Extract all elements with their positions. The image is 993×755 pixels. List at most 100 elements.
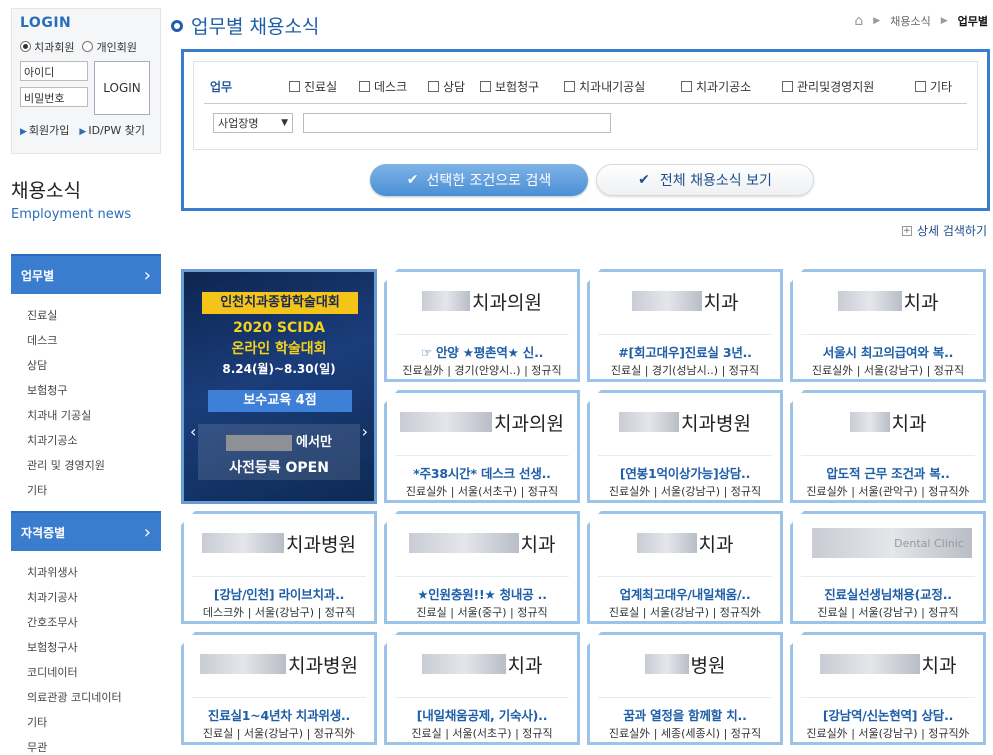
checkbox-icon[interactable] xyxy=(289,80,300,92)
view-all-button[interactable]: ✔ 전체 채용소식 보기 xyxy=(596,164,814,196)
job-card[interactable]: 치과의원 ☞ 안양 ★평촌역★ 신.. 진료실外 | 경기(안양시..) | 정규직 xyxy=(384,269,580,382)
blurred-logo xyxy=(619,412,680,432)
search-filters: 업무 진료실 데스크 상담 보험청구 치과내기공실 치과기공소 관리및경영지원 기타 사업장명… xyxy=(193,61,978,150)
checkbox-icon[interactable] xyxy=(359,80,370,92)
radio-dental-member[interactable]: 치과회원 xyxy=(20,39,74,55)
cat-license-item[interactable]: 코디네이터 xyxy=(27,660,161,685)
job-card[interactable]: 병원 꿈과 열정을 함께할 치.. 진료실外 | 세종(세종시) | 정규직 xyxy=(587,632,783,745)
job-card-title[interactable]: [내일채움공제, 기숙사).. xyxy=(393,705,571,724)
clinic-logo-text: 치과병원 xyxy=(681,412,751,435)
cat-license-item[interactable]: 치과기공사 xyxy=(27,585,161,610)
home-icon[interactable]: ⌂ xyxy=(854,13,863,29)
job-filter-checkbox[interactable]: 기타 xyxy=(915,78,955,95)
page-title-text: 업무별 채용소식 xyxy=(191,16,320,38)
job-card-title[interactable]: 꿈과 열정을 함께할 치.. xyxy=(596,705,774,724)
job-card-title[interactable]: 서울시 최고의급여와 복.. xyxy=(799,342,977,361)
cat-license-item[interactable]: 의료관광 코디네이터 xyxy=(27,685,161,710)
banner-reg-line2: 사전등록 OPEN xyxy=(229,459,329,476)
checkbox-label: 치과내기공실 xyxy=(579,79,646,94)
job-card-title[interactable]: 업계최고대우/내일채움/.. xyxy=(596,584,774,603)
job-filter-checkbox[interactable]: 치과기공소 xyxy=(681,78,782,95)
job-card-title[interactable]: 압도적 근무 조건과 복.. xyxy=(799,463,977,482)
radio-icon[interactable] xyxy=(20,41,31,52)
clinic-logo: 병원 xyxy=(590,635,780,693)
cat-license-item[interactable]: 보험청구사 xyxy=(27,635,161,660)
job-filter-checkbox[interactable]: 데스크 xyxy=(359,78,428,95)
category-license: 자격증별 › 치과위생사 치과기공사 간호조무사 보험청구사 코디네이터 의료관광 코디네이… xyxy=(11,511,161,755)
job-card[interactable]: 치과 압도적 근무 조건과 복.. 진료실外 | 서울(관악구) | 정규직外 xyxy=(790,390,986,503)
arrow-right-icon: ▶ xyxy=(79,127,87,137)
radio-personal-member[interactable]: 개인회원 xyxy=(82,39,137,55)
job-card-title[interactable]: [강남/인천] 라이브치과.. xyxy=(190,584,368,603)
cat-license-head[interactable]: 자격증별 › xyxy=(11,511,161,551)
blurred-logo xyxy=(408,533,519,553)
signup-link[interactable]: ▶ 회원가입 xyxy=(20,122,69,138)
cat-job-head[interactable]: 업무별 › xyxy=(11,254,161,294)
checkbox-icon[interactable] xyxy=(782,80,793,92)
detail-search-link[interactable]: + 상세 검색하기 xyxy=(901,222,987,239)
job-filter-checkbox[interactable]: 상담 xyxy=(428,78,480,95)
job-card[interactable]: 치과 #[회고대우]진료실 3년.. 진료실 | 경기(성남시..) | 정규직 xyxy=(587,269,783,382)
job-card[interactable]: 치과의원 *주38시간* 데스크 선생.. 진료실外 | 서울(서초구) | 정규직 xyxy=(384,390,580,503)
cat-job-item[interactable]: 치과기공소 xyxy=(27,428,161,453)
job-card-title[interactable]: #[회고대우]진료실 3년.. xyxy=(596,342,774,361)
checkbox-icon[interactable] xyxy=(428,80,439,92)
job-card-title[interactable]: *주38시간* 데스크 선생.. xyxy=(393,463,571,482)
job-card-title[interactable]: 진료실1~4년차 치과위생.. xyxy=(190,705,368,724)
cat-license-item[interactable]: 무관 xyxy=(27,735,161,755)
clinic-logo: 치과 xyxy=(590,272,780,330)
chevron-right-icon[interactable]: › xyxy=(362,422,368,441)
checkbox-icon[interactable] xyxy=(480,80,491,92)
job-card[interactable]: 치과병원 진료실1~4년차 치과위생.. 진료실 | 서울(강남구) | 정규직外 xyxy=(181,632,377,745)
job-card[interactable]: Dental Clinic 진료실선생님채용(교정.. 진료실 | 서울(강남구) … xyxy=(790,511,986,624)
job-card[interactable]: 치과병원 [연봉1억이상가능]상담.. 진료실外 | 서울(강남구) | 정규직 xyxy=(587,390,783,503)
checkbox-icon[interactable] xyxy=(564,80,575,92)
cat-license-item[interactable]: 기타 xyxy=(27,710,161,735)
chevron-left-icon[interactable]: ‹ xyxy=(190,422,196,441)
login-button[interactable]: LOGIN xyxy=(94,61,150,115)
job-card[interactable]: 치과 업계최고대우/내일채움/.. 진료실 | 서울(강남구) | 정규직外 xyxy=(587,511,783,624)
cat-job-item[interactable]: 보험청구 xyxy=(27,378,161,403)
divider xyxy=(395,334,569,335)
cat-job-item[interactable]: 데스크 xyxy=(27,328,161,353)
search-button[interactable]: ✔ 선택한 조건으로 검색 xyxy=(370,164,588,196)
field-select[interactable]: 사업장명 ▼ xyxy=(213,113,293,133)
clinic-logo-text: 치과 xyxy=(891,412,927,435)
chevron-right-icon: ▶ xyxy=(873,16,881,26)
job-card[interactable]: 치과 [강남역/신논현역] 상담.. 진료실外 | 서울(강남구) | 정규직外 xyxy=(790,632,986,745)
cat-license-item[interactable]: 치과위생사 xyxy=(27,560,161,585)
checkbox-icon[interactable] xyxy=(915,80,926,92)
job-card-title[interactable]: ★인원충원!!★ 청내공 .. xyxy=(393,584,571,603)
id-input[interactable]: 아이디 xyxy=(20,61,88,81)
job-filter-checkbox[interactable]: 관리및경영지원 xyxy=(782,78,915,95)
job-card-title[interactable]: 진료실선생님채용(교정.. xyxy=(799,584,977,603)
job-card-meta: 진료실 | 서울(서초구) | 정규직 xyxy=(411,727,553,740)
blurred-logo xyxy=(636,533,697,553)
cat-job-item[interactable]: 기타 xyxy=(27,478,161,503)
keyword-input[interactable] xyxy=(303,113,611,133)
job-filter-checkbox[interactable]: 진료실 xyxy=(289,78,359,95)
login-links: ▶ 회원가입 ▶ ID/PW 찾기 xyxy=(20,122,152,138)
job-card[interactable]: 치과 서울시 최고의급여와 복.. 진료실外 | 서울(강남구) | 정규직 xyxy=(790,269,986,382)
clinic-logo-text: 병원 xyxy=(690,654,726,677)
job-card-title[interactable]: [강남역/신논현역] 상담.. xyxy=(799,705,977,724)
job-card-meta: 진료실外 | 경기(안양시..) | 정규직 xyxy=(402,364,562,377)
job-card[interactable]: 치과병원 [강남/인천] 라이브치과.. 데스크外 | 서울(강남구) | 정규직 xyxy=(181,511,377,624)
cat-job-item[interactable]: 상담 xyxy=(27,353,161,378)
password-input[interactable]: 비밀번호 xyxy=(20,87,88,107)
job-card-title[interactable]: [연봉1억이상가능]상담.. xyxy=(596,463,774,482)
job-filter-checkbox[interactable]: 보험청구 xyxy=(480,78,564,95)
promo-banner[interactable]: 인천치과종합학술대회 2020 SCIDA 온라인 학술대회 8.24(월)~8… xyxy=(181,269,377,504)
job-card[interactable]: 치과 ★인원충원!!★ 청내공 .. 진료실 | 서울(중구) | 정규직 xyxy=(384,511,580,624)
find-id-pw-link[interactable]: ▶ ID/PW 찾기 xyxy=(79,122,145,138)
job-filter-checkbox[interactable]: 치과내기공실 xyxy=(564,78,681,95)
cat-job-item[interactable]: 진료실 xyxy=(27,303,161,328)
breadcrumb-item[interactable]: 채용소식 xyxy=(890,13,930,29)
checkbox-icon[interactable] xyxy=(681,80,692,92)
cat-license-item[interactable]: 간호조무사 xyxy=(27,610,161,635)
job-card-title[interactable]: ☞ 안양 ★평촌역★ 신.. xyxy=(393,342,571,361)
radio-icon[interactable] xyxy=(82,41,94,52)
job-card[interactable]: 치과 [내일채움공제, 기숙사).. 진료실 | 서울(서초구) | 정규직 xyxy=(384,632,580,745)
cat-job-item[interactable]: 관리 및 경영지원 xyxy=(27,453,161,478)
cat-job-item[interactable]: 치과내 기공실 xyxy=(27,403,161,428)
